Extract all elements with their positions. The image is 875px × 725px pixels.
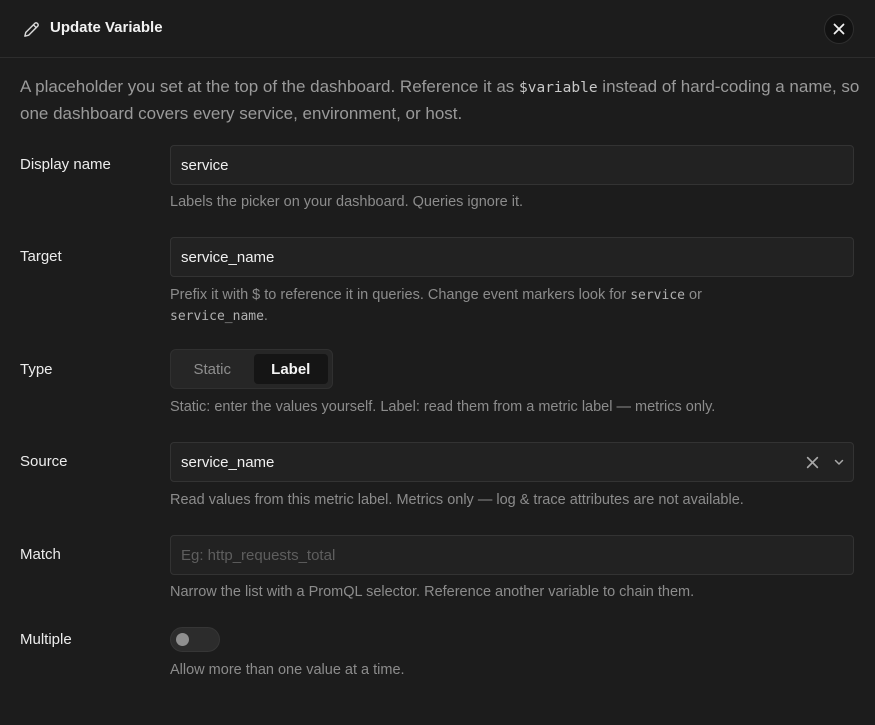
chevron-down-icon[interactable] bbox=[833, 456, 845, 468]
multiple-toggle[interactable] bbox=[170, 627, 220, 652]
variable-code: $variable bbox=[519, 80, 598, 96]
target-input[interactable] bbox=[181, 248, 843, 266]
clear-icon[interactable] bbox=[806, 456, 819, 469]
match-label: Match bbox=[20, 546, 61, 563]
type-label: Type bbox=[20, 361, 53, 378]
dialog-description: A placeholder you set at the top of the … bbox=[20, 77, 860, 123]
dialog-header: Update Variable bbox=[0, 0, 875, 58]
target-label: Target bbox=[20, 248, 62, 265]
source-select[interactable]: service_name bbox=[170, 442, 854, 482]
display-name-field[interactable] bbox=[170, 145, 854, 185]
dialog-title: Update Variable bbox=[50, 19, 163, 36]
toggle-knob bbox=[176, 633, 189, 646]
multiple-help: Allow more than one value at a time. bbox=[170, 662, 405, 678]
close-icon bbox=[833, 23, 845, 35]
target-help: Prefix it with $ to reference it in quer… bbox=[170, 287, 702, 324]
target-field[interactable] bbox=[170, 237, 854, 277]
match-help: Narrow the list with a PromQL selector. … bbox=[170, 584, 695, 600]
close-button[interactable] bbox=[824, 14, 854, 44]
source-help: Read values from this metric label. Metr… bbox=[170, 492, 744, 508]
type-segmented-control: Static Label bbox=[170, 349, 333, 389]
multiple-label: Multiple bbox=[20, 631, 72, 648]
type-static-option[interactable]: Static bbox=[175, 354, 250, 384]
source-label: Source bbox=[20, 453, 68, 470]
pencil-icon bbox=[24, 22, 39, 37]
source-selected-value: service_name bbox=[181, 453, 275, 471]
update-variable-dialog: Update Variable A placeholder you set at… bbox=[0, 0, 875, 725]
display-name-label: Display name bbox=[20, 156, 111, 173]
type-help: Static: enter the values yourself. Label… bbox=[170, 399, 716, 415]
display-name-input[interactable] bbox=[181, 156, 843, 174]
display-name-help: Labels the picker on your dashboard. Que… bbox=[170, 194, 524, 210]
match-field[interactable] bbox=[170, 535, 854, 575]
match-input[interactable] bbox=[181, 546, 843, 564]
type-label-option[interactable]: Label bbox=[253, 354, 328, 384]
